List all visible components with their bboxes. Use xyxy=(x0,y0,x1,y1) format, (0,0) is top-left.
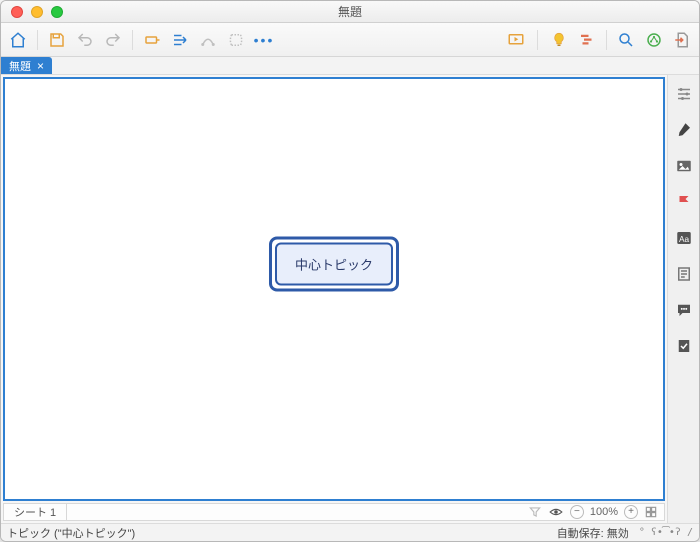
svg-text:Aa: Aa xyxy=(678,235,689,244)
filter-icon[interactable] xyxy=(528,505,542,519)
titlebar: 無題 xyxy=(1,1,699,23)
redo-button[interactable] xyxy=(102,29,124,51)
boundary-button[interactable] xyxy=(225,29,247,51)
marker-panel-button[interactable] xyxy=(673,191,695,213)
save-icon xyxy=(48,31,66,49)
status-mascot: ° ʕ•͡•ʔ / xyxy=(639,527,693,538)
status-autosave: 自動保存: 無効 xyxy=(557,525,629,541)
tab-strip: 無題 × xyxy=(1,57,699,75)
notes-icon xyxy=(675,265,693,283)
central-topic-node[interactable]: 中心トピック xyxy=(269,236,399,291)
outline-panel-button[interactable] xyxy=(673,83,695,105)
search-icon xyxy=(617,31,635,49)
undo-button[interactable] xyxy=(74,29,96,51)
sheet-bar: シート 1 − 100% + xyxy=(3,503,665,521)
insert-topic-button[interactable] xyxy=(141,29,163,51)
more-icon: ••• xyxy=(254,32,275,48)
export-button[interactable] xyxy=(671,29,693,51)
central-topic-label: 中心トピック xyxy=(275,242,393,285)
close-window-button[interactable] xyxy=(11,6,23,18)
zoom-window-button[interactable] xyxy=(51,6,63,18)
redo-icon xyxy=(104,31,122,49)
zoom-value: 100% xyxy=(590,506,618,518)
right-sidebar: Aa xyxy=(667,75,699,523)
tab-close-button[interactable]: × xyxy=(37,60,44,72)
home-icon xyxy=(9,31,27,49)
toolbar: ••• xyxy=(1,23,699,57)
topic-icon xyxy=(143,31,161,49)
zoom-controls: − 100% + xyxy=(528,505,664,519)
presentation-button[interactable] xyxy=(505,29,527,51)
overview-icon[interactable] xyxy=(644,505,658,519)
image-icon xyxy=(675,157,693,175)
save-button[interactable] xyxy=(46,29,68,51)
toolbar-separator xyxy=(606,30,607,50)
font-icon: Aa xyxy=(675,229,693,247)
notes-panel-button[interactable] xyxy=(673,263,695,285)
task-icon xyxy=(675,337,693,355)
sliders-icon xyxy=(675,85,693,103)
task-panel-button[interactable] xyxy=(673,335,695,357)
search-button[interactable] xyxy=(615,29,637,51)
more-button[interactable]: ••• xyxy=(253,29,275,51)
gantt-icon xyxy=(578,31,596,49)
sheet-tab[interactable]: シート 1 xyxy=(4,504,67,520)
traffic-lights xyxy=(1,6,63,18)
boundary-icon xyxy=(227,31,245,49)
toolbar-separator xyxy=(537,30,538,50)
flag-icon xyxy=(675,193,693,211)
eye-icon[interactable] xyxy=(548,505,564,519)
window-title: 無題 xyxy=(1,3,699,20)
image-panel-button[interactable] xyxy=(673,155,695,177)
minimize-window-button[interactable] xyxy=(31,6,43,18)
document-tab[interactable]: 無題 × xyxy=(1,57,52,74)
app-window: 無題 xyxy=(0,0,700,542)
gantt-button[interactable] xyxy=(576,29,598,51)
toolbar-separator xyxy=(37,30,38,50)
relationship-button[interactable] xyxy=(197,29,219,51)
status-selection: トピック ("中心トピック") xyxy=(7,525,135,541)
tab-label: 無題 xyxy=(9,58,31,74)
statusbar: トピック ("中心トピック") 自動保存: 無効 ° ʕ•͡•ʔ / xyxy=(1,523,699,541)
sheet-label: シート 1 xyxy=(14,504,56,520)
insert-subtopic-button[interactable] xyxy=(169,29,191,51)
zoom-in-button[interactable]: + xyxy=(624,505,638,519)
main-area: 中心トピック シート 1 − 100% + xyxy=(1,75,699,523)
format-panel-button[interactable] xyxy=(673,119,695,141)
font-panel-button[interactable]: Aa xyxy=(673,227,695,249)
export-icon xyxy=(673,31,691,49)
brush-icon xyxy=(675,121,693,139)
zoom-out-button[interactable]: − xyxy=(570,505,584,519)
share-button[interactable] xyxy=(643,29,665,51)
lightbulb-icon xyxy=(550,31,568,49)
comment-icon xyxy=(675,301,693,319)
mindmap-canvas[interactable]: 中心トピック xyxy=(3,77,665,501)
undo-icon xyxy=(76,31,94,49)
relationship-icon xyxy=(199,31,217,49)
home-button[interactable] xyxy=(7,29,29,51)
comments-panel-button[interactable] xyxy=(673,299,695,321)
idea-button[interactable] xyxy=(548,29,570,51)
toolbar-separator xyxy=(132,30,133,50)
presentation-icon xyxy=(507,31,525,49)
subtopic-icon xyxy=(171,31,189,49)
share-icon xyxy=(645,31,663,49)
